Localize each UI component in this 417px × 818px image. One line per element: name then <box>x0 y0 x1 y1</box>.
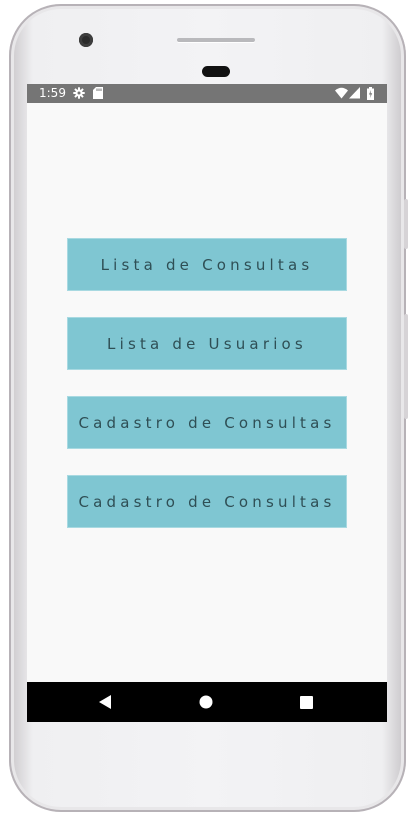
status-time: 1:59 <box>39 86 66 100</box>
proximity-sensor <box>202 66 230 77</box>
cadastro-consultas-button[interactable]: Cadastro de Consultas <box>67 396 347 449</box>
navigation-bar <box>27 682 387 722</box>
battery-icon <box>367 87 374 103</box>
sd-card-icon <box>93 87 103 102</box>
signal-icon <box>349 87 360 102</box>
earpiece-speaker <box>177 38 255 42</box>
gear-icon <box>73 87 85 102</box>
lista-usuarios-button[interactable]: Lista de Usuarios <box>67 317 347 370</box>
status-bar: 1:59 <box>27 84 387 103</box>
button-label: Lista de Consultas <box>100 255 314 274</box>
front-camera <box>79 33 93 47</box>
button-label: Lista de Usuarios <box>107 334 307 353</box>
button-label: Cadastro de Consultas <box>78 413 336 432</box>
lista-consultas-button[interactable]: Lista de Consultas <box>67 238 347 291</box>
app-screen: 1:59 Lista de Consultas Lista de Usuario… <box>27 84 387 722</box>
back-icon[interactable] <box>93 690 117 714</box>
recents-icon[interactable] <box>294 690 318 714</box>
power-button <box>404 199 408 249</box>
button-label: Cadastro de Consultas <box>78 492 336 511</box>
volume-button <box>404 314 408 419</box>
cadastro-consultas-button-2[interactable]: Cadastro de Consultas <box>67 475 347 528</box>
home-icon[interactable] <box>194 690 218 714</box>
wifi-icon <box>335 87 348 102</box>
